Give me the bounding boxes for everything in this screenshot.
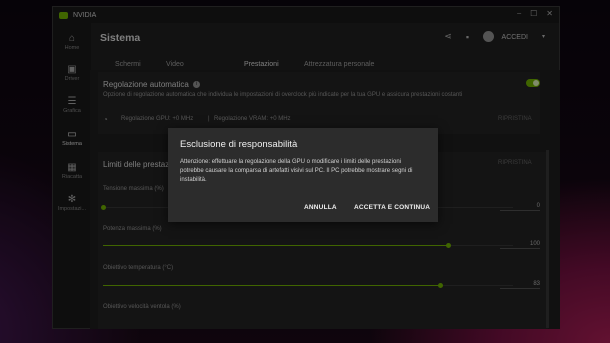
accept-continue-button[interactable]: ACCETTA E CONTINUA bbox=[354, 204, 430, 211]
dialog-text: Attenzione: effettuare la regolazione de… bbox=[180, 159, 413, 183]
disclaimer-dialog: Esclusione di responsabilità Attenzione:… bbox=[168, 128, 438, 222]
dialog-title: Esclusione di responsabilità bbox=[180, 139, 298, 150]
cancel-button[interactable]: ANNULLA bbox=[304, 204, 337, 211]
